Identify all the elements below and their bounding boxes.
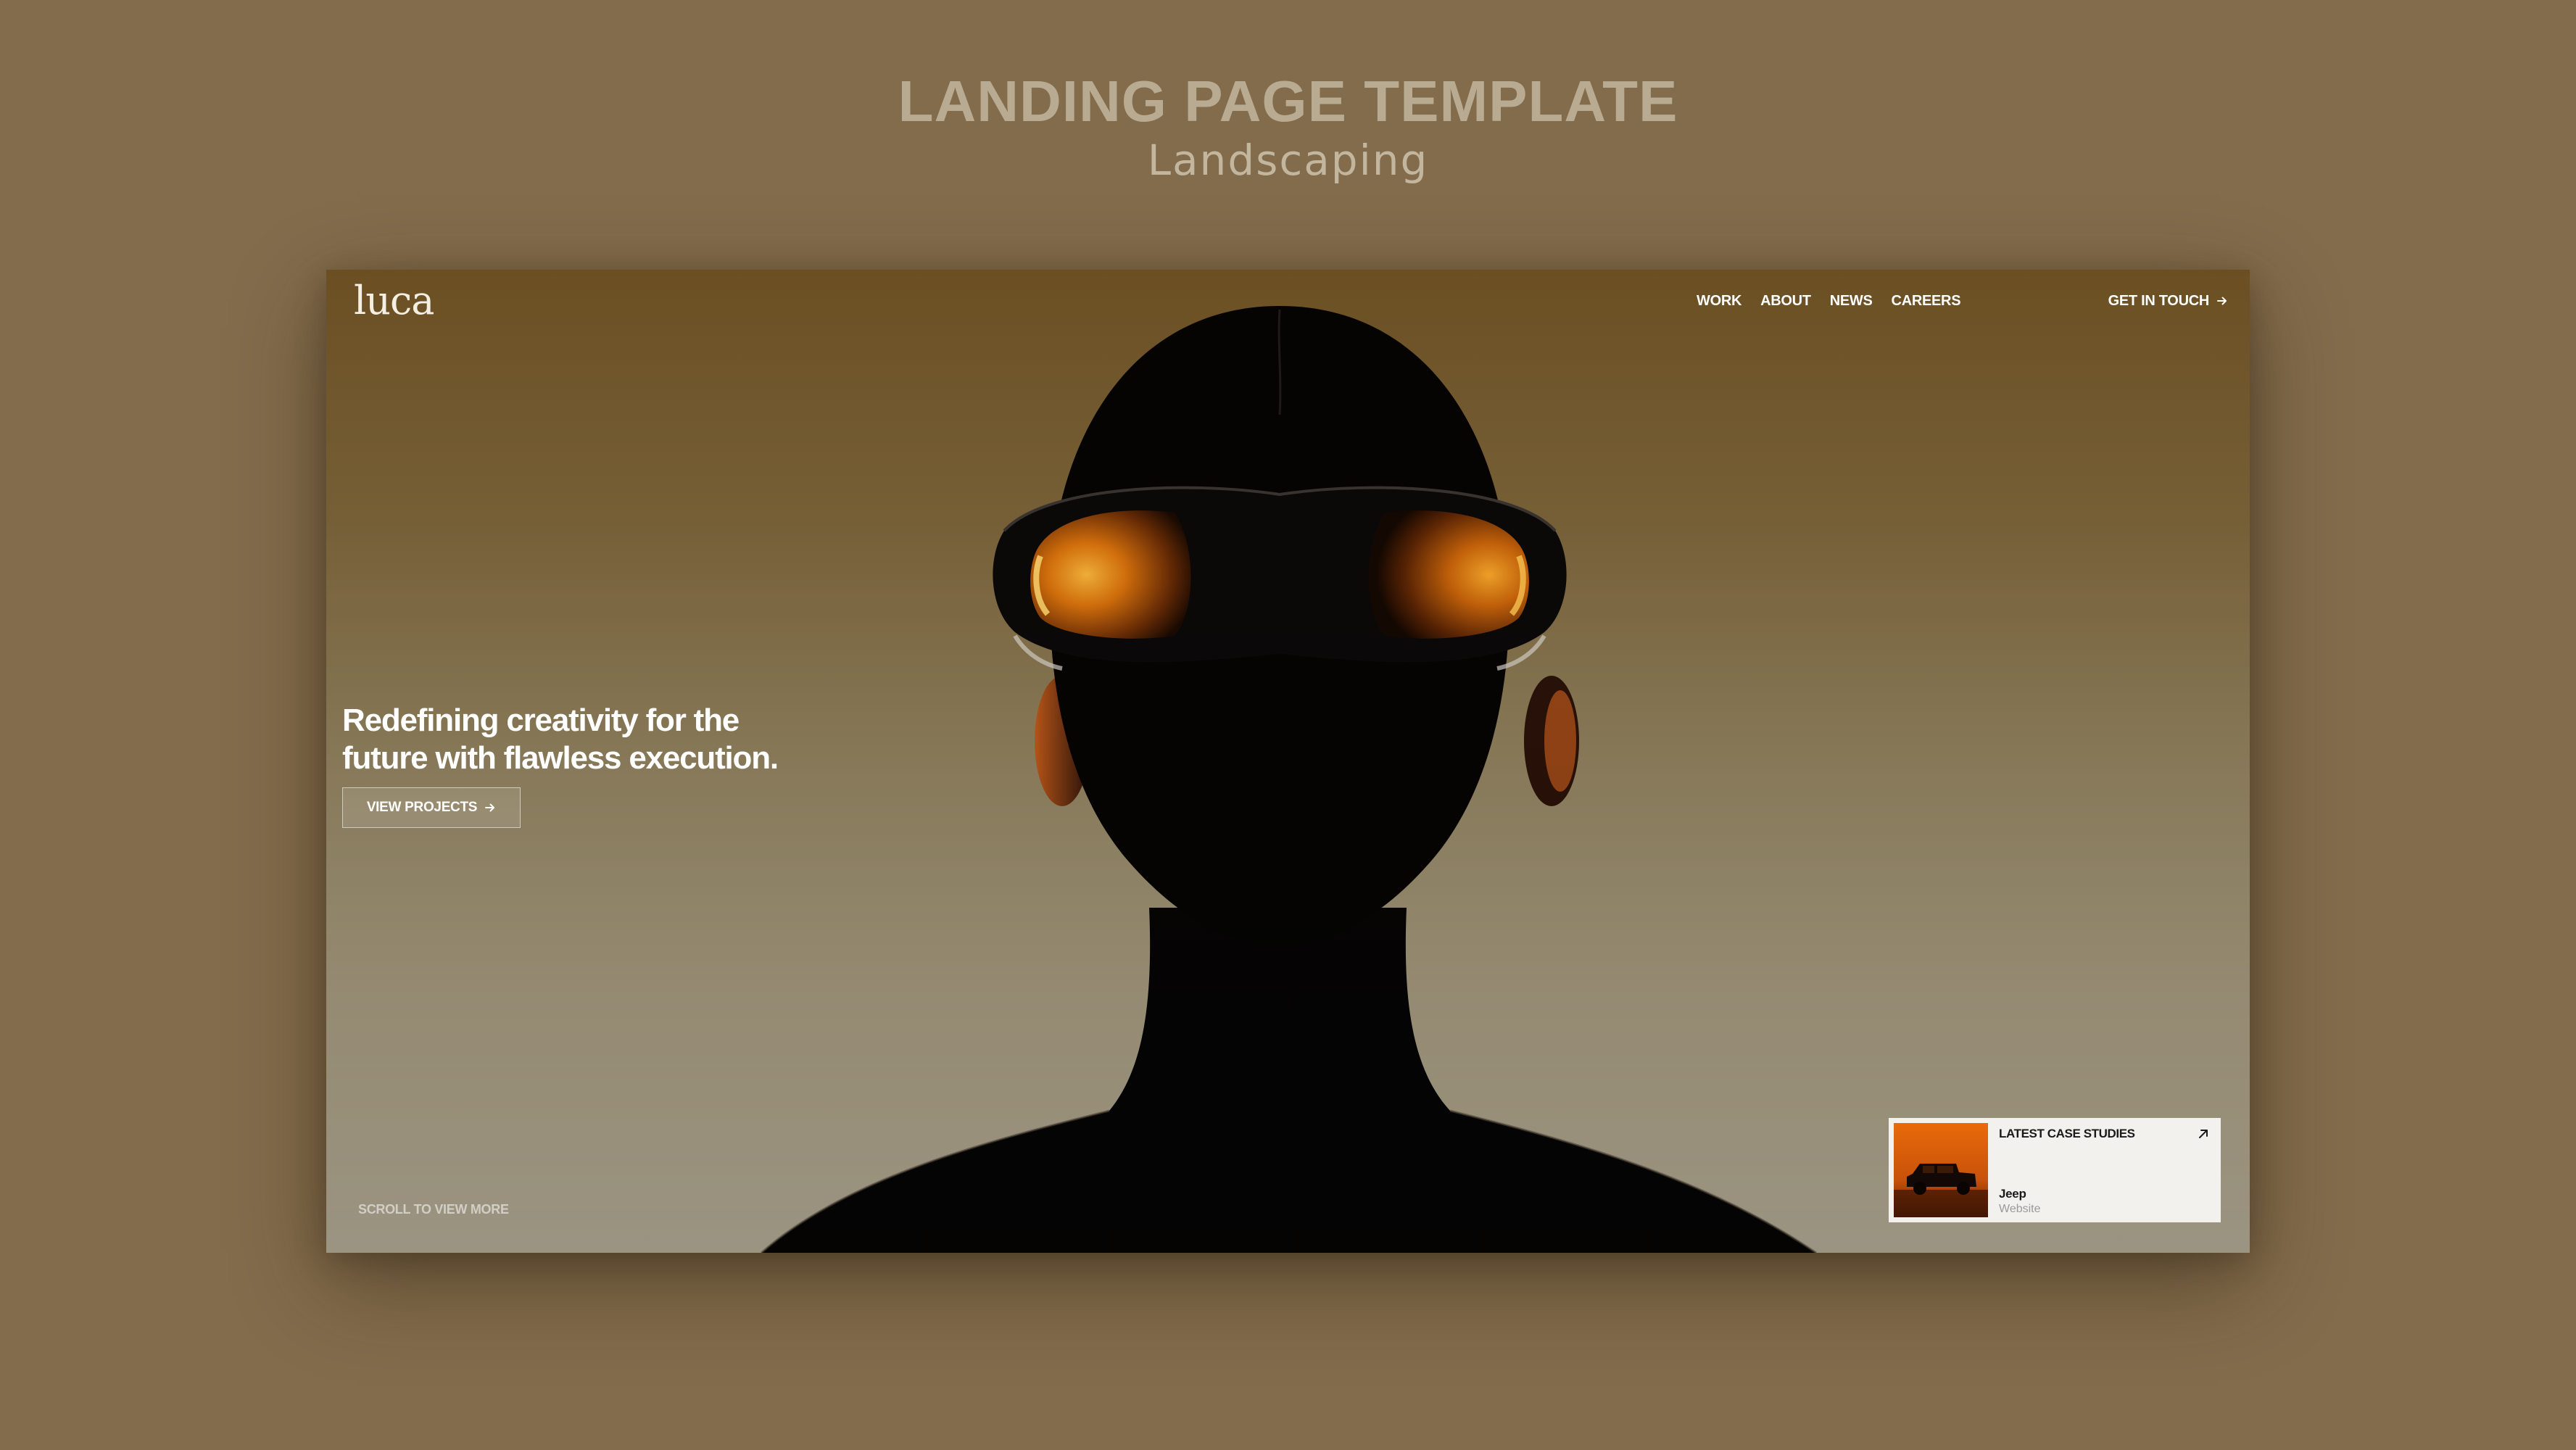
nav-links: WORK ABOUT NEWS CAREERS <box>1697 294 1961 308</box>
case-study-type: Website <box>1999 1203 2041 1215</box>
hero-content: Redefining creativity for the future wit… <box>342 702 893 828</box>
template-heading: LANDING PAGE TEMPLATE Landscaping <box>0 72 2576 184</box>
latest-case-study-card[interactable]: LATEST CASE STUDIES Jeep Website <box>1889 1118 2221 1222</box>
site-navbar: luca WORK ABOUT NEWS CAREERS GET IN TOUC… <box>326 270 2250 335</box>
luca-logo[interactable]: luca <box>354 281 434 320</box>
nav-link-news[interactable]: NEWS <box>1830 294 1873 308</box>
arrow-up-right-icon <box>2199 1130 2208 1138</box>
scroll-hint: SCROLL TO VIEW MORE <box>358 1202 509 1217</box>
website-mockup: luca WORK ABOUT NEWS CAREERS GET IN TOUC… <box>326 270 2250 1253</box>
nav-link-work[interactable]: WORK <box>1697 294 1742 308</box>
jeep-thumbnail-image <box>1894 1123 1988 1217</box>
view-projects-label: VIEW PROJECTS <box>366 799 478 815</box>
jeep-thumbnail <box>1894 1123 1988 1217</box>
nav-link-careers[interactable]: CAREERS <box>1892 294 1961 308</box>
template-title: LANDING PAGE TEMPLATE <box>898 69 1678 133</box>
case-study-name: Jeep <box>1999 1187 2026 1201</box>
arrow-right-icon <box>2217 297 2227 305</box>
template-subtitle: Landscaping <box>1147 136 1429 185</box>
hero-headline: Redefining creativity for the future wit… <box>342 703 779 776</box>
arrow-right-icon <box>485 803 495 812</box>
nav-link-about[interactable]: ABOUT <box>1760 294 1811 308</box>
case-study-label: LATEST CASE STUDIES <box>1999 1127 2135 1140</box>
view-projects-button[interactable]: VIEW PROJECTS <box>342 787 521 828</box>
presentation-canvas: LANDING PAGE TEMPLATE Landscaping luca W… <box>0 0 2576 1450</box>
get-in-touch-label: GET IN TOUCH <box>2108 293 2210 309</box>
get-in-touch-link[interactable]: GET IN TOUCH <box>2108 294 2228 308</box>
